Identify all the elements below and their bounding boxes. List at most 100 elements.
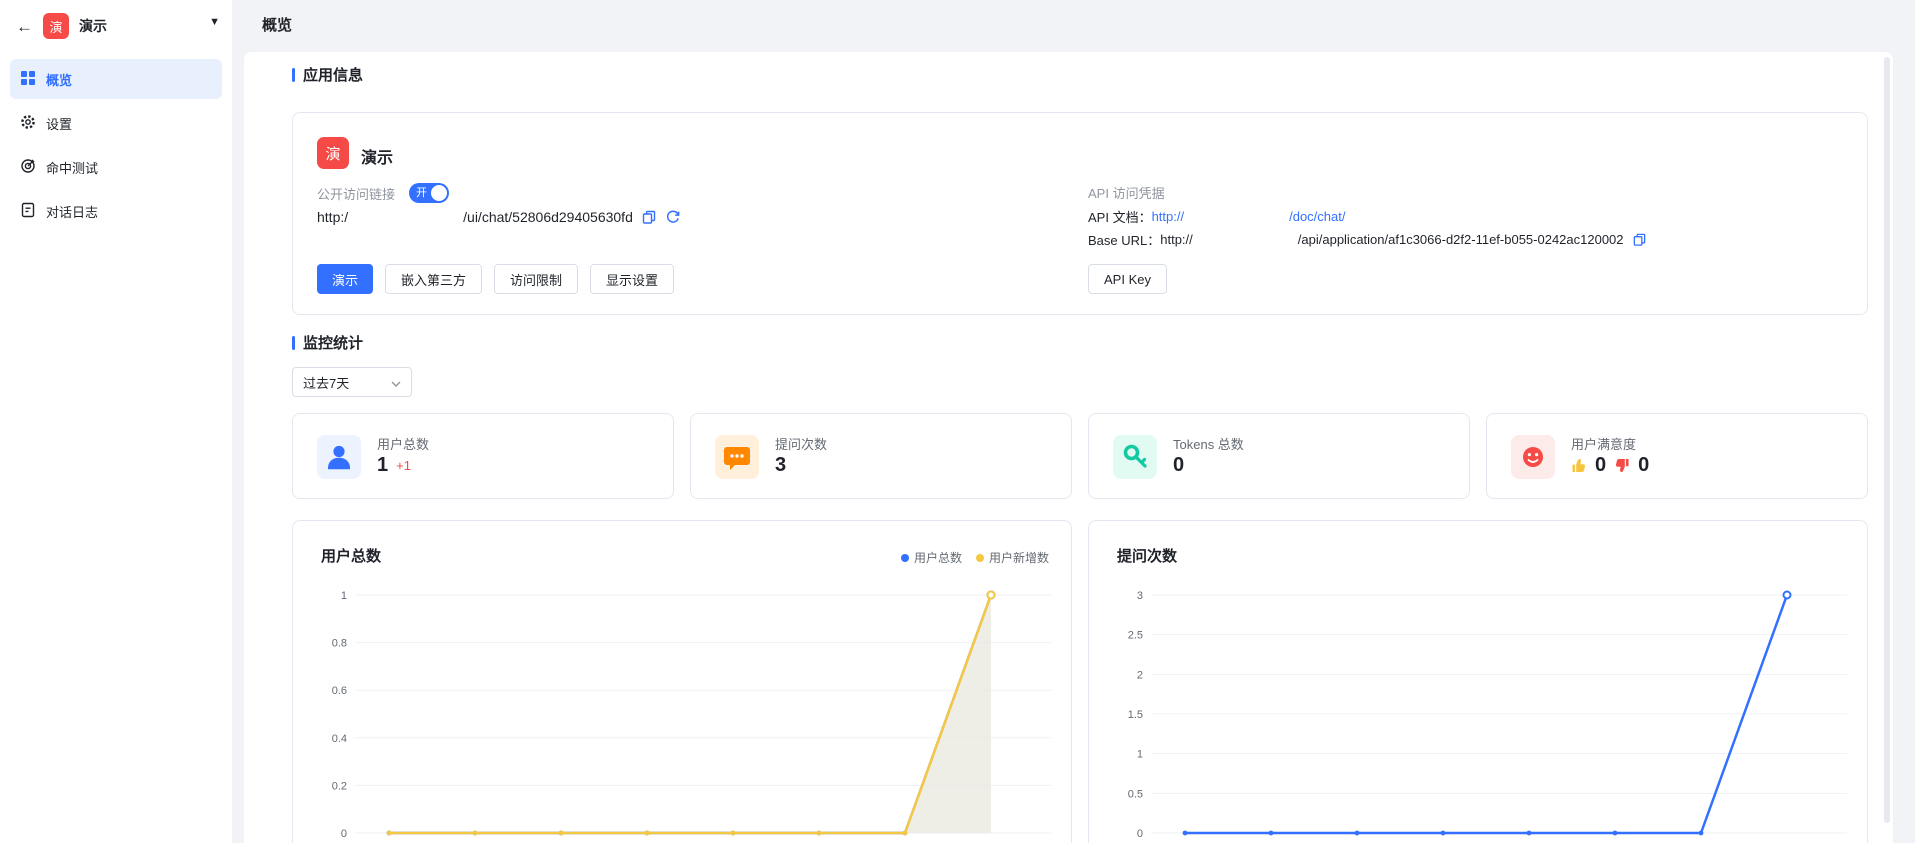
sidebar-header: ← 演 演示 ▼ — [0, 0, 232, 49]
base-url-prefix: http:// — [1160, 232, 1193, 247]
legend-label: 用户总数 — [914, 549, 962, 566]
stat-value: 0 0 — [1571, 454, 1649, 477]
base-url-path: /api/application/af1c3066-d2f2-11ef-b055… — [1298, 232, 1624, 247]
sidebar-item-label: 对话日志 — [46, 202, 98, 221]
svg-text:0.8: 0.8 — [332, 638, 347, 650]
app-logo: 演 — [317, 137, 349, 169]
target-icon — [20, 158, 36, 177]
chat-bubble-icon — [715, 435, 759, 479]
app-title: 演示 — [79, 16, 107, 36]
sidebar-item-hit-test[interactable]: 命中测试 — [10, 147, 222, 187]
chart-title: 提问次数 — [1117, 545, 1177, 566]
stat-value: 0 — [1173, 454, 1184, 477]
smiley-icon — [1511, 435, 1555, 479]
chart-card-users: 用户总数 用户总数 用户新增数 1 0.8 0.6 0.4 0.2 0 — [292, 520, 1072, 843]
svg-text:0.6: 0.6 — [332, 685, 347, 697]
svg-text:0: 0 — [1137, 828, 1143, 840]
svg-text:1: 1 — [1137, 749, 1143, 761]
svg-text:1: 1 — [341, 590, 347, 602]
api-doc-link-path[interactable]: /doc/chat/ — [1289, 209, 1345, 224]
svg-text:0.5: 0.5 — [1128, 788, 1143, 800]
legend-dot — [976, 554, 984, 562]
time-range-value: 过去7天 — [303, 373, 349, 392]
back-arrow-icon[interactable]: ← — [16, 18, 33, 35]
stat-card-satisfaction: 用户满意度 0 0 — [1486, 413, 1868, 499]
sidebar-item-settings[interactable]: 设置 — [10, 103, 222, 143]
users-line-chart: 1 0.8 0.6 0.4 0.2 0 — [303, 583, 1063, 843]
chart-title: 用户总数 — [321, 545, 381, 566]
thumb-up-icon — [1571, 458, 1587, 474]
stat-value: 3 — [775, 454, 786, 477]
svg-text:1.5: 1.5 — [1128, 709, 1143, 721]
stat-card-tokens: Tokens 总数 0 — [1088, 413, 1470, 499]
sidebar-item-overview[interactable]: 概览 — [10, 59, 222, 99]
stat-label: 提问次数 — [775, 434, 827, 453]
sidebar-item-label: 概览 — [46, 70, 72, 89]
stat-label: Tokens 总数 — [1173, 434, 1244, 453]
toggle-knob — [431, 185, 447, 201]
svg-text:2.5: 2.5 — [1128, 630, 1143, 642]
svg-text:0.4: 0.4 — [332, 733, 347, 745]
refresh-icon[interactable] — [665, 209, 681, 225]
stat-label: 用户总数 — [377, 434, 429, 453]
public-url-path: /ui/chat/52806d29405630fd — [463, 209, 633, 225]
user-icon — [317, 435, 361, 479]
sidebar-menu: 概览 设置 命中测试 对话日志 — [10, 59, 222, 231]
svg-text:3: 3 — [1137, 590, 1143, 602]
page-title: 概览 — [262, 14, 292, 35]
stat-value: 1 +1 — [377, 454, 411, 477]
display-settings-button[interactable]: 显示设置 — [590, 264, 674, 294]
legend-item[interactable]: 用户新增数 — [976, 549, 1049, 566]
chevron-down-icon — [391, 375, 401, 390]
public-link-label: 公开访问链接 — [317, 184, 395, 203]
copy-icon[interactable] — [1632, 232, 1647, 247]
api-key-button[interactable]: API Key — [1088, 264, 1167, 294]
sidebar-item-chat-logs[interactable]: 对话日志 — [10, 191, 222, 231]
scrollbar-thumb[interactable] — [1884, 57, 1890, 823]
access-limit-button[interactable]: 访问限制 — [494, 264, 578, 294]
legend-dot — [901, 554, 909, 562]
section-monitor: 监控统计 — [292, 332, 363, 353]
app-info-card: 演 演示 公开访问链接 开 http:/ /ui/chat/52806d2940… — [292, 112, 1868, 315]
public-link-toggle[interactable]: 开 — [409, 183, 449, 203]
toggle-state-label: 开 — [416, 186, 427, 200]
section-accent-bar — [292, 336, 295, 350]
api-doc-label: API 文档： — [1088, 207, 1152, 226]
questions-line-chart: 3 2.5 2 1.5 1 0.5 0 — [1099, 583, 1859, 843]
embed-third-party-button[interactable]: 嵌入第三方 — [385, 264, 482, 294]
svg-text:0.2: 0.2 — [332, 780, 347, 792]
base-url-label: Base URL： — [1088, 230, 1160, 249]
sidebar-item-label: 设置 — [46, 114, 72, 133]
copy-icon[interactable] — [641, 209, 657, 225]
sidebar: ← 演 演示 ▼ 概览 设置 命中测试 对话日志 — [0, 0, 232, 843]
main-panel: 应用信息 演 演示 公开访问链接 开 http:/ /ui/chat/52806… — [244, 52, 1893, 843]
api-doc-link-prefix[interactable]: http:// — [1152, 209, 1185, 224]
chevron-down-icon[interactable]: ▼ — [209, 16, 220, 28]
legend-label: 用户新增数 — [989, 549, 1049, 566]
key-icon — [1113, 435, 1157, 479]
stat-label: 用户满意度 — [1571, 434, 1636, 453]
app-name: 演示 — [361, 144, 393, 168]
section-title: 监控统计 — [303, 332, 363, 353]
api-credentials-title: API 访问凭据 — [1088, 183, 1165, 202]
demo-button[interactable]: 演示 — [317, 264, 373, 294]
stat-delta: +1 — [396, 458, 411, 473]
public-url-prefix: http:/ — [317, 209, 348, 225]
sidebar-item-label: 命中测试 — [46, 158, 98, 177]
section-app-info: 应用信息 — [292, 64, 363, 85]
stat-card-users: 用户总数 1 +1 — [292, 413, 674, 499]
thumb-down-icon — [1614, 458, 1630, 474]
document-icon — [20, 202, 36, 221]
stat-card-questions: 提问次数 3 — [690, 413, 1072, 499]
time-range-select[interactable]: 过去7天 — [292, 367, 412, 397]
section-title: 应用信息 — [303, 64, 363, 85]
gear-icon — [20, 114, 36, 133]
app-logo: 演 — [43, 13, 69, 39]
section-accent-bar — [292, 68, 295, 82]
grid-icon — [20, 70, 36, 89]
svg-text:2: 2 — [1137, 669, 1143, 681]
chart-card-questions: 提问次数 3 2.5 2 1.5 1 0.5 0 — [1088, 520, 1868, 843]
legend-item[interactable]: 用户总数 — [901, 549, 962, 566]
svg-text:0: 0 — [341, 828, 347, 840]
chart-legend: 用户总数 用户新增数 — [901, 549, 1049, 566]
